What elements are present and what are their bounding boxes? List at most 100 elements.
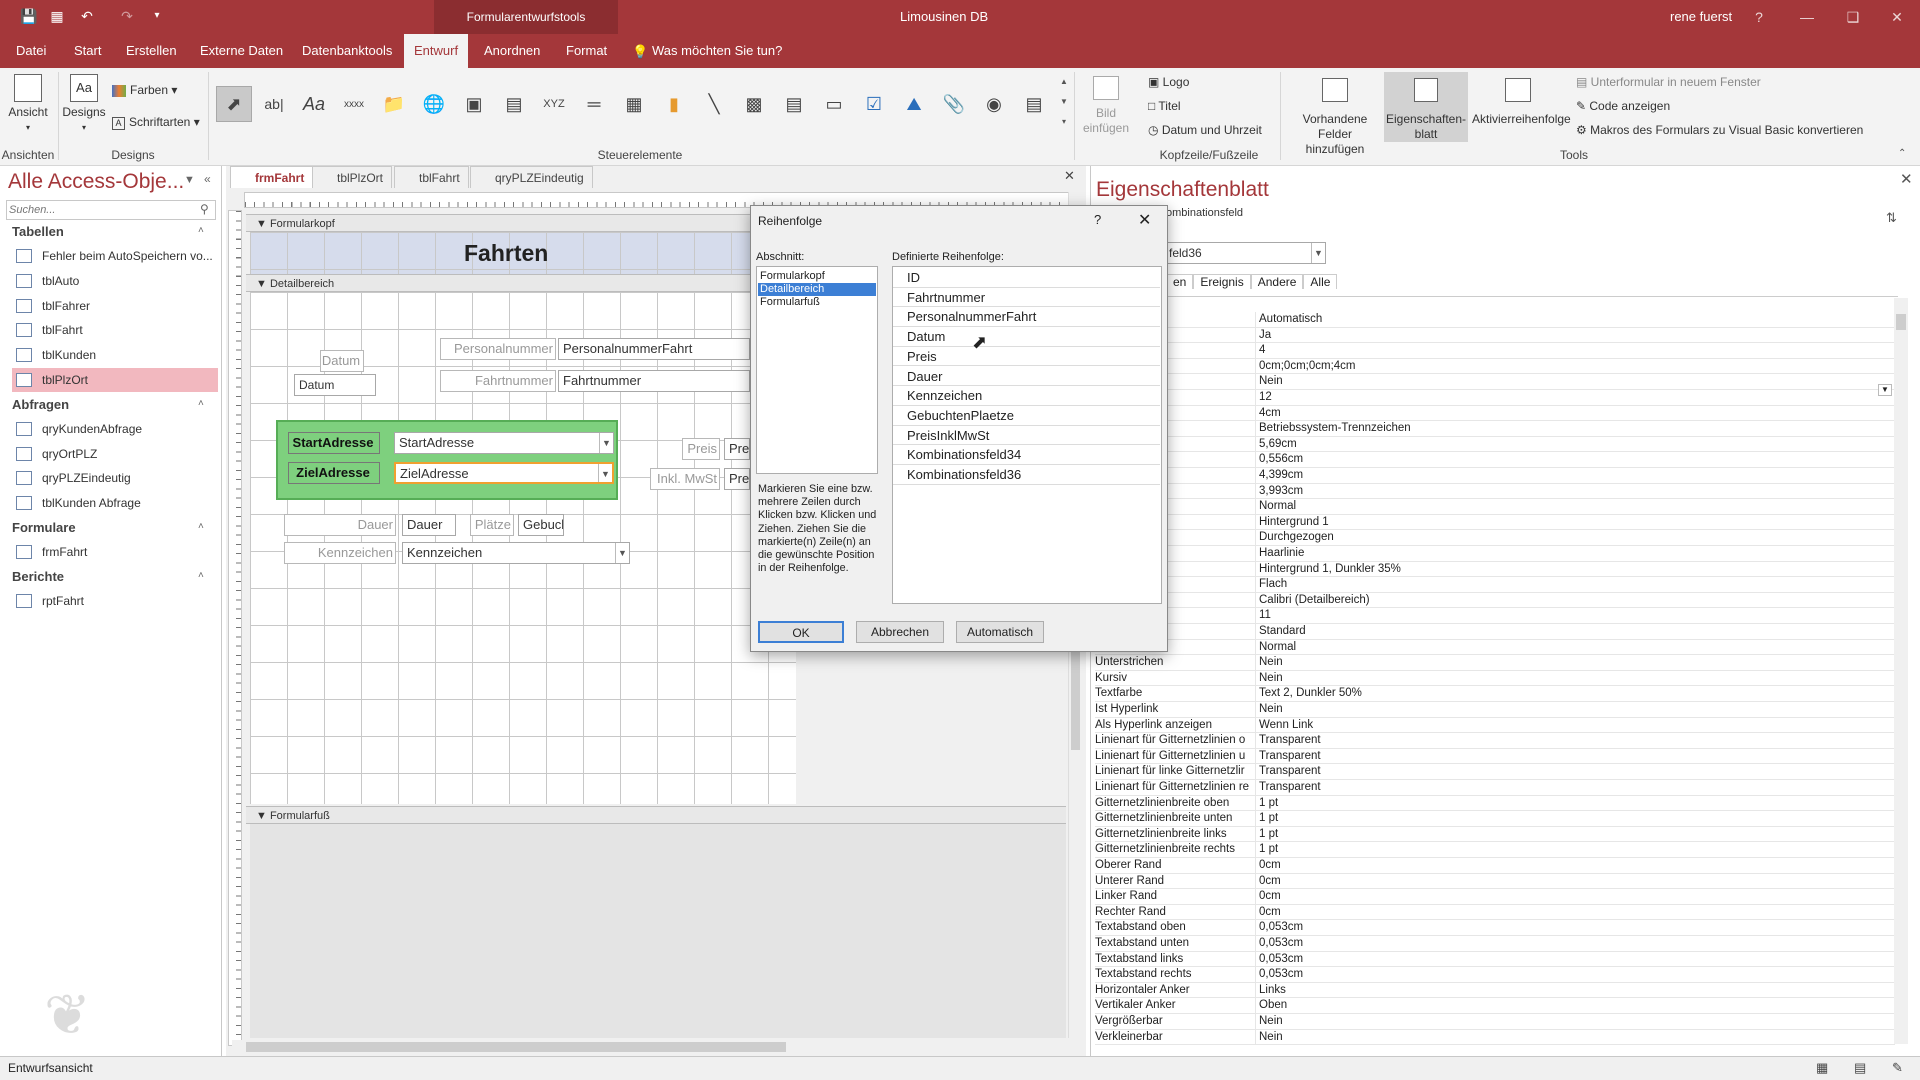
gallery-scroll[interactable]: ▲ ▼ ▾ <box>1058 72 1070 136</box>
label-preis[interactable]: Preis <box>682 438 720 460</box>
property-row[interactable]: Linienart für Gitternetzlinien o Transpar… <box>1095 733 1895 749</box>
property-value[interactable]: Standard <box>1255 624 1885 639</box>
property-value[interactable]: Transparent <box>1255 733 1885 748</box>
search-icon[interactable]: ⚲ <box>200 202 209 216</box>
order-row[interactable]: Kombinationsfeld34 <box>893 445 1160 465</box>
minimize-button[interactable]: — <box>1784 0 1830 34</box>
property-row[interactable]: 4cm <box>1095 405 1895 422</box>
property-row[interactable]: Gitternetzlinienbreite oben 1 pt <box>1095 795 1895 812</box>
order-row[interactable]: Dauer <box>893 367 1160 387</box>
nav-item[interactable]: qryKundenAbfrage <box>12 417 218 441</box>
chevron-up-icon[interactable]: ˄ <box>198 398 204 409</box>
order-row[interactable]: Datum <box>893 327 1160 347</box>
property-row[interactable]: Textabstand rechts 0,053cm <box>1095 967 1895 983</box>
property-row[interactable]: Als Hyperlink anzeigen Wenn Link <box>1095 717 1895 734</box>
property-value[interactable]: Transparent <box>1255 780 1885 795</box>
field-personalnummer[interactable]: PersonalnummerFahrt <box>558 338 750 360</box>
rectangle-tool-icon[interactable]: ▭ <box>816 86 852 122</box>
property-value[interactable]: 0cm <box>1255 873 1885 889</box>
property-row[interactable]: Kursiv Nein <box>1095 670 1895 687</box>
code-anzeigen-button[interactable]: ✎ Code anzeigen <box>1576 96 1670 116</box>
property-value[interactable]: Automatisch <box>1255 312 1885 327</box>
property-row[interactable]: Calibri (Detailbereich) <box>1095 592 1895 609</box>
restore-button[interactable]: ❑ <box>1830 0 1876 34</box>
nav-section-header[interactable]: Berichte <box>12 567 64 587</box>
property-value[interactable]: Betriebssystem-Trennzeichen <box>1255 421 1885 436</box>
farben-button[interactable]: Farben ▾ <box>112 80 177 100</box>
property-value[interactable]: 0,053cm <box>1255 967 1885 982</box>
design-view-status-icon[interactable]: ✎ <box>1892 1060 1903 1076</box>
tab-erstellen[interactable]: Erstellen <box>116 34 187 68</box>
tab-format[interactable]: Format <box>556 34 617 68</box>
label-tool-icon[interactable]: Aa <box>296 86 332 122</box>
property-value[interactable]: Normal <box>1255 499 1885 514</box>
property-value[interactable]: 0,053cm <box>1255 920 1885 936</box>
form-view-icon[interactable]: ▦ <box>48 8 66 24</box>
form-view-status-icon[interactable]: ▦ <box>1816 1060 1828 1076</box>
property-row[interactable]: anzeigeAutomatisch <box>1095 312 1895 328</box>
doc-tab-tblplzort[interactable]: tblPlzOrt <box>312 166 393 188</box>
combo-zieladresse[interactable]: ZielAdresse ▼ <box>394 462 614 484</box>
property-row[interactable]: Linienart für Gitternetzlinien u Transpar… <box>1095 748 1895 765</box>
nav-item[interactable]: tblAuto <box>12 269 218 293</box>
nav-item[interactable]: tblKunden <box>12 343 218 367</box>
property-value[interactable]: Flach <box>1255 577 1885 592</box>
property-row[interactable]: Linienart für linke Gitternetzlir Transpa… <box>1095 764 1895 780</box>
nav-item[interactable]: tblPlzOrt <box>12 368 218 392</box>
property-value[interactable]: Nein <box>1255 702 1885 717</box>
nav-collapse-icon[interactable]: « <box>204 172 211 186</box>
property-value[interactable]: 1 pt <box>1255 842 1885 858</box>
property-value[interactable]: Transparent <box>1255 764 1885 780</box>
unterformular-button[interactable]: ▤ Unterformular in neuem Fenster <box>1576 72 1761 92</box>
chevron-up-icon[interactable]: ˄ <box>198 521 204 532</box>
property-value[interactable]: 5,69cm <box>1255 436 1885 452</box>
property-row[interactable]: Vertikaler Anker Oben <box>1095 998 1895 1014</box>
checkbox-tool-icon[interactable]: ☑ <box>856 86 892 122</box>
property-value[interactable]: 0,053cm <box>1255 951 1885 967</box>
subform-tool-icon[interactable]: ▤ <box>1016 86 1052 122</box>
dialog-close-icon[interactable]: ✕ <box>1138 210 1151 230</box>
form-title[interactable]: Fahrten <box>464 240 584 267</box>
property-row[interactable]: 4,399cm <box>1095 468 1895 484</box>
nav-item[interactable]: tblFahrer <box>12 294 218 318</box>
hyperlink-tool-icon[interactable]: 🌐 <box>416 86 452 122</box>
property-row[interactable]: Gitternetzlinienbreite rechts 1 pt <box>1095 842 1895 858</box>
nav-section-header[interactable]: Abfragen <box>12 395 69 415</box>
nav-header[interactable]: Alle Access-Obje... <box>8 170 184 194</box>
abbrechen-button[interactable]: Abbrechen <box>856 621 944 643</box>
props-tab-andere[interactable]: Andere <box>1250 274 1304 289</box>
property-value[interactable]: 0cm <box>1255 858 1885 873</box>
label-personalnummer[interactable]: Personalnummer <box>440 338 556 360</box>
bild-einfuegen-button[interactable]: Bild einfügen <box>1082 76 1130 136</box>
property-value[interactable]: 1 pt <box>1255 795 1885 811</box>
property-row[interactable]: tNormal <box>1095 499 1895 515</box>
web-browser-tool-icon[interactable]: ▣ <box>456 86 492 122</box>
order-row[interactable]: PreisInklMwSt <box>893 426 1160 446</box>
nav-item[interactable]: qryPLZEindeutig <box>12 466 218 490</box>
order-row[interactable]: Fahrtnummer <box>893 288 1160 308</box>
property-row[interactable]: Normal <box>1095 639 1895 656</box>
property-row[interactable]: Hintergrund 1, Dunkler 35% <box>1095 561 1895 578</box>
property-value[interactable]: 0cm;0cm;0cm;4cm <box>1255 358 1885 374</box>
property-value[interactable]: 0cm <box>1255 889 1885 904</box>
property-value[interactable]: Durchgezogen <box>1255 530 1885 546</box>
combo-tool-icon[interactable]: ▦ <box>616 86 652 122</box>
nav-item[interactable]: rptFahrt <box>12 589 218 613</box>
combo-startadresse[interactable]: StartAdresse ▼ <box>394 432 614 454</box>
doc-tab-frmfahrt[interactable]: frmFahrt <box>230 166 314 188</box>
property-row[interactable]: 4 <box>1095 343 1895 359</box>
property-row[interactable]: Betriebssystem-Trennzeichen <box>1095 421 1895 437</box>
close-button[interactable]: ✕ <box>1874 0 1920 34</box>
nav-search-input[interactable] <box>6 200 216 220</box>
tab-externe-daten[interactable]: Externe Daten <box>190 34 293 68</box>
field-fahrtnummer[interactable]: Fahrtnummer <box>558 370 750 392</box>
property-value[interactable]: Nein <box>1255 655 1885 670</box>
props-tab-ereignis[interactable]: Ereignis <box>1193 274 1251 289</box>
navigation-tool-icon[interactable]: ▤ <box>496 86 532 122</box>
property-value[interactable]: Ja <box>1255 327 1885 343</box>
field-gebucht[interactable]: Gebucl <box>518 514 564 536</box>
doc-tab-tblfahrt[interactable]: tblFahrt <box>394 166 469 188</box>
option-button-tool-icon[interactable]: ◉ <box>976 86 1012 122</box>
property-row[interactable]: 5,69cm <box>1095 436 1895 453</box>
field-datum[interactable]: Datum <box>294 374 376 396</box>
